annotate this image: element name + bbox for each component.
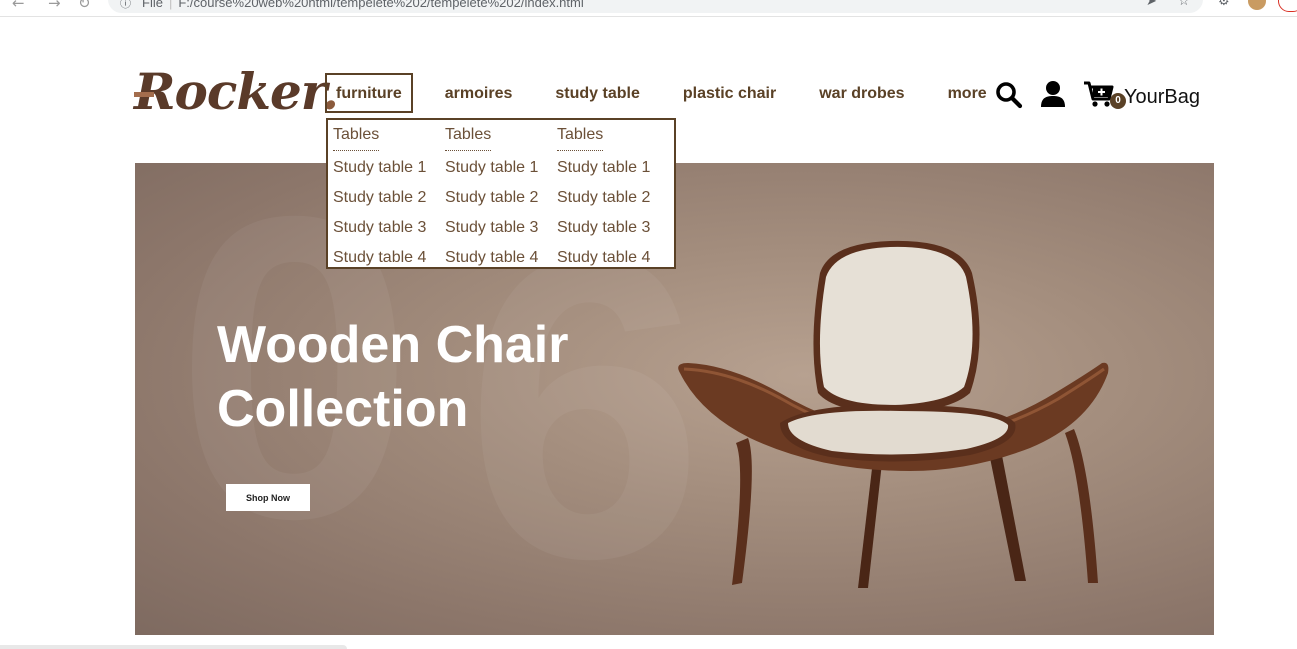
logo-text: Rocker xyxy=(134,62,323,121)
dropdown-link[interactable]: Study table 2 xyxy=(557,183,650,213)
main-nav: furniture armoires study table plastic c… xyxy=(325,73,998,113)
furniture-dropdown-menu: Tables Study table 1 Study table 2 Study… xyxy=(326,118,676,269)
search-icon[interactable] xyxy=(995,81,1023,109)
chair-image xyxy=(678,240,1109,588)
puzzle-icon[interactable]: ⚙ xyxy=(1218,0,1230,9)
hero-title-line-1: Wooden Chair xyxy=(217,316,569,374)
nav-item-armoires[interactable]: armoires xyxy=(434,73,524,113)
nav-item-study-table[interactable]: study table xyxy=(544,73,650,113)
forward-arrow-icon[interactable]: → xyxy=(48,0,61,12)
dropdown-column: Tables Study table 1 Study table 2 Study… xyxy=(333,124,426,273)
user-icon[interactable] xyxy=(1040,80,1066,108)
dropdown-link[interactable]: Study table 4 xyxy=(557,243,650,273)
dropdown-heading: Tables xyxy=(445,124,492,151)
nav-item-plastic-chair[interactable]: plastic chair xyxy=(672,73,787,113)
nav-item-more[interactable]: more xyxy=(937,73,998,113)
dropdown-link[interactable]: Study table 4 xyxy=(445,243,538,273)
status-bar xyxy=(0,645,347,649)
send-icon[interactable]: ➤ xyxy=(1146,0,1157,9)
dropdown-link[interactable]: Study table 4 xyxy=(333,243,426,273)
dropdown-heading: Tables xyxy=(333,124,380,151)
shop-now-button[interactable]: Shop Now xyxy=(226,484,310,511)
dropdown-heading: Tables xyxy=(557,124,604,151)
star-icon[interactable]: ☆ xyxy=(1178,0,1190,9)
dropdown-link[interactable]: Study table 2 xyxy=(445,183,538,213)
logo-bar xyxy=(134,92,154,97)
url-text: F:/course%20web%20html/tempelete%202/tem… xyxy=(178,0,584,10)
dropdown-link[interactable]: Study table 1 xyxy=(557,153,650,183)
dropdown-column: Tables Study table 1 Study table 2 Study… xyxy=(557,124,650,273)
nav-item-war-drobes[interactable]: war drobes xyxy=(808,73,915,113)
dropdown-link[interactable]: Study table 3 xyxy=(333,213,426,243)
dropdown-link[interactable]: Study table 3 xyxy=(557,213,650,243)
back-arrow-icon[interactable]: ← xyxy=(12,0,25,12)
dropdown-column: Tables Study table 1 Study table 2 Study… xyxy=(445,124,538,273)
your-bag-link[interactable]: YourBag xyxy=(1124,86,1200,109)
dropdown-link[interactable]: Study table 2 xyxy=(333,183,426,213)
reload-icon[interactable]: ↻ xyxy=(78,0,91,12)
file-label: File xyxy=(142,0,163,10)
site-logo[interactable]: Rocker. xyxy=(134,62,339,122)
address-text[interactable]: File | F:/course%20web%20html/tempelete%20… xyxy=(142,0,584,10)
dropdown-link[interactable]: Study table 3 xyxy=(445,213,538,243)
hero-title: Wooden Chair Collection xyxy=(217,313,568,441)
hero-title-line-2: Collection xyxy=(217,380,469,438)
dropdown-link[interactable]: Study table 1 xyxy=(333,153,426,183)
extension-badge[interactable] xyxy=(1278,0,1297,12)
dropdown-link[interactable]: Study table 1 xyxy=(445,153,538,183)
browser-toolbar: ← → ↻ ⓘ File | F:/course%20web%20html/temp… xyxy=(0,0,1297,17)
info-icon[interactable]: ⓘ xyxy=(120,0,131,11)
profile-avatar[interactable] xyxy=(1248,0,1266,10)
nav-item-furniture[interactable]: furniture xyxy=(325,73,413,113)
